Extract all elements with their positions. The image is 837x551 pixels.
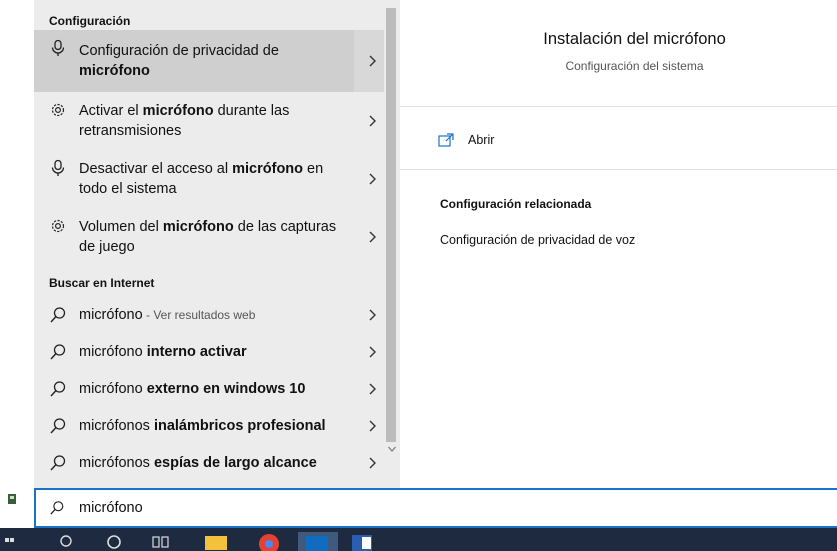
result-label: Desactivar el acceso al micrófono en tod… [79,161,324,197]
result-microphone-privacy[interactable]: Configuración de privacidad de micrófono [34,30,384,92]
chevron-right-icon [369,457,376,468]
search-icon [50,306,66,322]
open-icon [438,132,454,147]
result-label: micrófonos espías de largo alcance [79,454,317,471]
web-result[interactable]: micrófonos espías de largo alcance [34,444,384,481]
chevron-down-icon[interactable] [387,444,397,454]
results-scrollbar[interactable] [384,0,400,488]
chevron-right-icon [369,309,376,320]
desktop-edge [0,0,34,551]
detail-subtitle: Configuración del sistema [565,59,704,73]
web-result[interactable]: micrófonos inalámbricos profesional [34,407,384,444]
word-icon[interactable] [350,532,374,551]
result-label: Volumen del micrófono de las capturas de… [79,219,337,255]
scroll-thumb[interactable] [386,8,396,442]
section-header-web: Buscar en Internet [49,276,155,290]
chevron-right-icon [369,115,376,127]
search-icon [50,417,66,433]
result-label: Activar el micrófono durante las retrans… [79,103,290,139]
search-icon [50,380,66,396]
chrome-icon[interactable] [257,532,281,551]
search-input[interactable] [79,500,679,516]
chevron-right-icon [369,420,376,431]
results-pane: Configuración Configuración de privacida… [34,0,384,488]
expand-button[interactable] [354,370,384,407]
search-icon [50,343,66,359]
task-view-icon[interactable] [152,532,170,551]
expand-button[interactable] [354,30,384,92]
gear-icon [51,103,65,117]
voice-privacy-link[interactable]: Configuración de privacidad de voz [400,211,837,247]
search-icon [50,454,66,470]
related-settings-title: Configuración relacionada [440,197,592,211]
chevron-right-icon [369,346,376,357]
expand-button[interactable] [354,208,384,266]
gear-icon [51,219,65,233]
start-icon[interactable] [4,532,16,551]
chevron-right-icon [369,231,376,243]
expand-button[interactable] [354,444,384,481]
detail-title: Instalación del micrófono [543,30,726,48]
outlook-icon[interactable] [298,532,338,551]
microphone-icon [51,39,65,56]
detail-header: Instalación del micrófono Configuración … [400,0,837,107]
web-result[interactable]: micrófono externo en windows 10 [34,370,384,407]
taskbar [0,528,837,551]
chevron-right-icon [369,173,376,185]
microphone-icon [51,159,65,176]
open-action[interactable]: Abrir [400,110,837,170]
app-icon [8,494,16,504]
expand-button[interactable] [354,296,384,333]
result-label: micrófono externo en windows 10 [79,380,306,397]
result-mic-streaming[interactable]: Activar el micrófono durante las retrans… [34,92,384,150]
result-label: micrófono interno activar [79,343,247,360]
chevron-right-icon [369,55,376,67]
file-explorer-icon[interactable] [204,532,228,551]
search-box[interactable] [34,488,837,528]
detail-pane: Instalación del micrófono Configuración … [400,0,837,488]
result-label: micrófonos inalámbricos profesional [79,417,326,434]
search-icon[interactable] [58,532,74,551]
web-result[interactable]: micrófono - Ver resultados web [34,296,384,333]
expand-button[interactable] [354,150,384,208]
expand-button[interactable] [354,92,384,150]
result-label: micrófono - Ver resultados web [79,306,256,323]
result-label: Configuración de privacidad de micrófono [79,43,279,79]
result-mic-disable-access[interactable]: Desactivar el acceso al micrófono en tod… [34,150,384,208]
web-result[interactable]: micrófono interno activar [34,333,384,370]
search-icon [50,501,64,515]
expand-button[interactable] [354,407,384,444]
chevron-right-icon [369,383,376,394]
open-label: Abrir [468,132,495,147]
expand-button[interactable] [354,333,384,370]
cortana-icon[interactable] [106,532,122,551]
result-mic-game-volume[interactable]: Volumen del micrófono de las capturas de… [34,208,384,266]
